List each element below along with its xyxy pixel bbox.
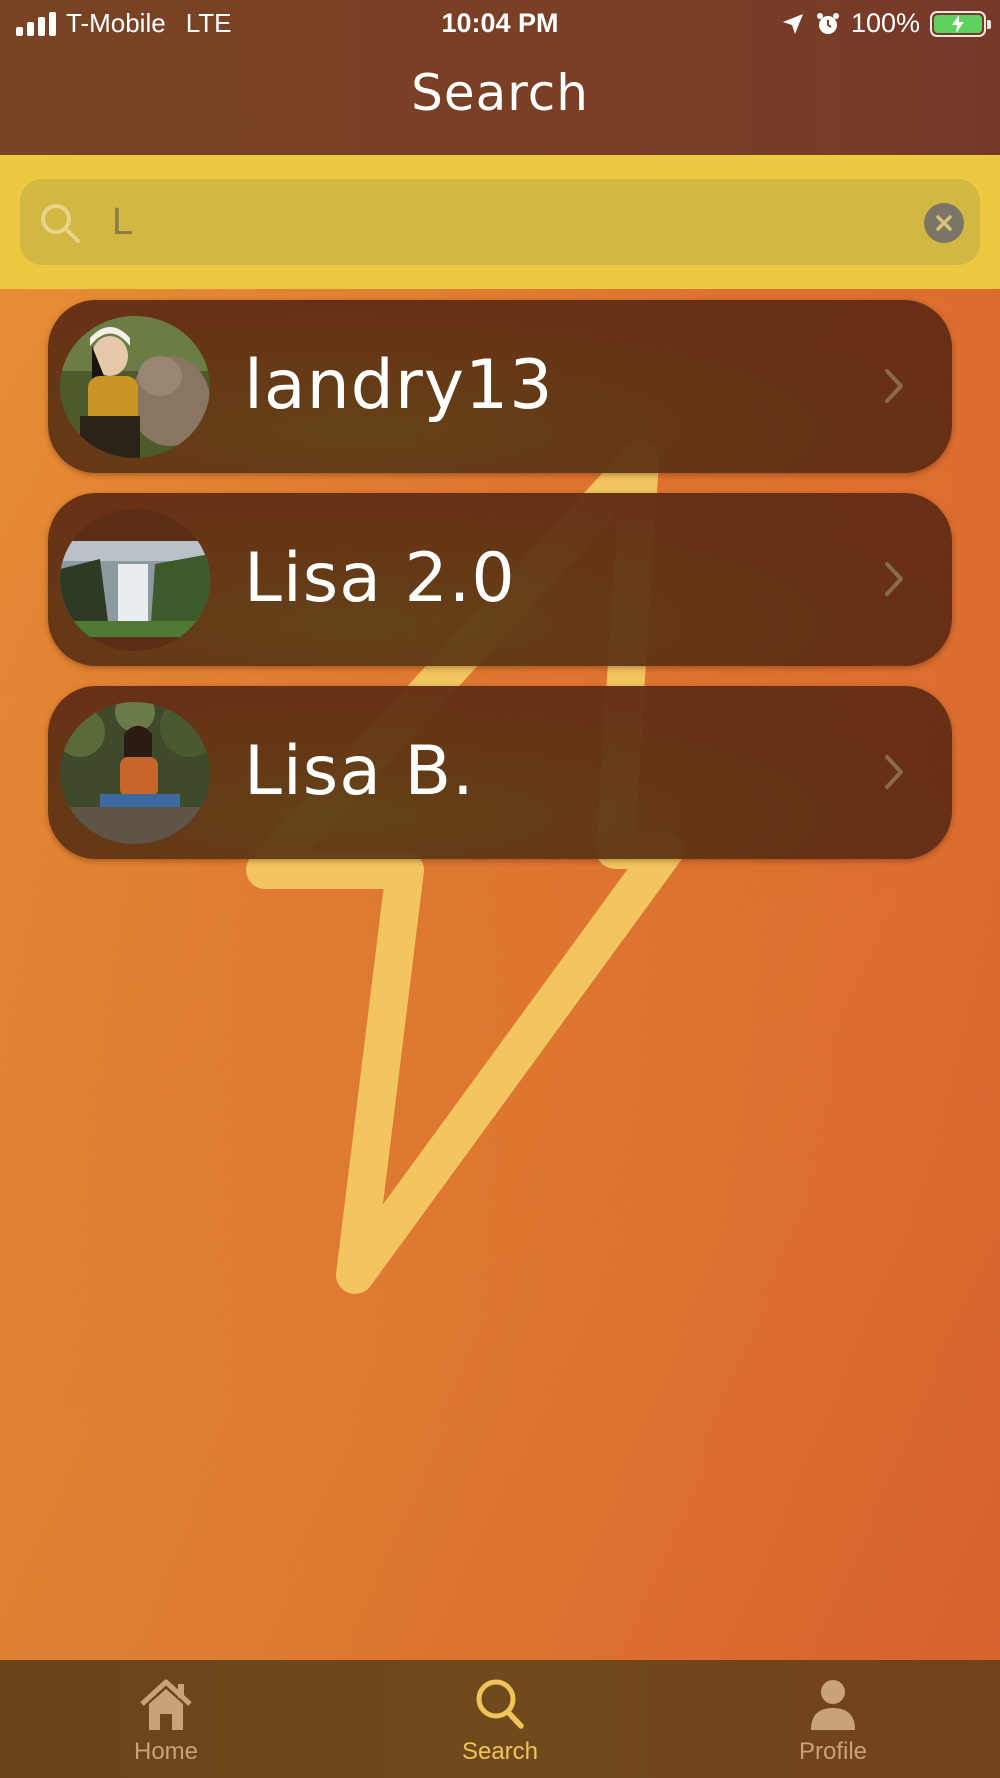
chevron-right-icon: [885, 562, 903, 596]
battery-percent: 100%: [850, 8, 920, 38]
location-arrow-icon: [782, 13, 803, 34]
avatar-waterfall: [60, 509, 210, 651]
battery-icon: [930, 10, 991, 37]
result-name: Lisa 2.0: [244, 539, 516, 618]
chevron-right-icon: [885, 755, 903, 789]
avatar-person-sitting: [60, 702, 210, 844]
close-icon: [936, 215, 952, 231]
tab-search[interactable]: Search: [400, 1660, 600, 1778]
result-name: landry13: [244, 346, 554, 425]
search-field[interactable]: [20, 179, 980, 265]
tab-label: Search: [461, 1738, 539, 1765]
search-bar-container: [0, 155, 1000, 289]
home-icon: [140, 1679, 192, 1730]
status-right: 100%: [781, 8, 991, 39]
search-input[interactable]: [112, 197, 912, 247]
clear-search-button[interactable]: [924, 203, 964, 243]
tab-home[interactable]: Home: [66, 1660, 266, 1778]
search-icon: [41, 204, 80, 243]
search-icon: [476, 1679, 524, 1729]
result-name: Lisa B.: [244, 732, 475, 811]
tab-profile[interactable]: Profile: [733, 1660, 933, 1778]
status-bar: T-Mobile LTE 10:04 PM 100%: [0, 0, 1000, 52]
tab-label: Home: [133, 1738, 199, 1765]
alarm-icon: [816, 12, 839, 34]
page-title: Search: [411, 64, 589, 122]
tab-label: Profile: [798, 1738, 868, 1765]
chevron-right-icon: [885, 369, 903, 403]
person-icon: [811, 1680, 855, 1730]
result-item-landry13[interactable]: landry13: [48, 300, 952, 473]
result-item-lisa-b[interactable]: Lisa B.: [48, 686, 952, 859]
search-results-list: landry13 Lisa 2.0 Lisa B.: [48, 300, 952, 879]
tab-bar: Home Search Profile: [0, 1660, 1000, 1778]
result-item-lisa-2-0[interactable]: Lisa 2.0: [48, 493, 952, 666]
avatar-person-with-dog: [60, 316, 210, 458]
